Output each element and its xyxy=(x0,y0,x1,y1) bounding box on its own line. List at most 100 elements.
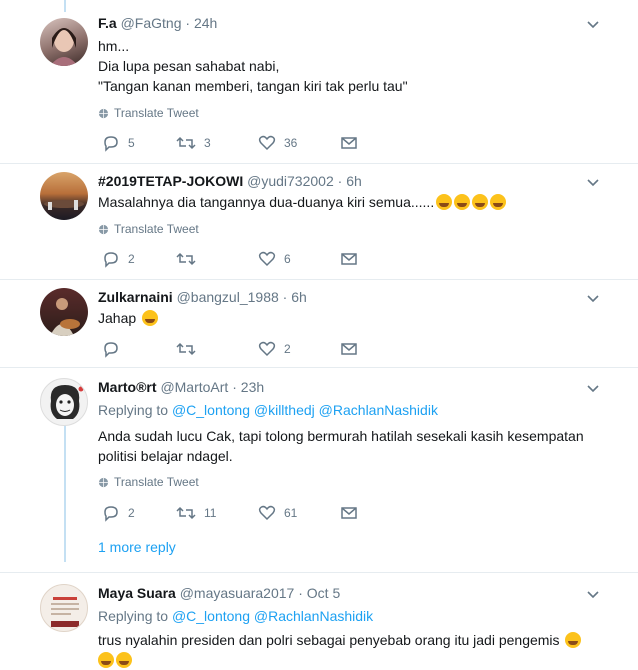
chevron-down-icon[interactable] xyxy=(586,176,600,190)
chevron-down-icon[interactable] xyxy=(586,588,600,602)
more-replies-link[interactable]: 1 more reply xyxy=(98,539,176,555)
retweet-icon xyxy=(176,136,196,150)
tweet-header: Marto®rt @MartoArt · 23h xyxy=(98,379,265,395)
retweet-icon xyxy=(176,342,196,356)
tweet-actions: 2 xyxy=(98,340,398,360)
timestamp[interactable]: 6h xyxy=(346,173,362,189)
like-count: 36 xyxy=(284,136,298,150)
mention-link[interactable]: @RachlanNashidik xyxy=(319,402,438,418)
replying-to: Replying to @C_lontong @RachlanNashidik xyxy=(98,608,374,624)
tweet-text: Jahap xyxy=(98,308,159,328)
timestamp[interactable]: 6h xyxy=(291,289,307,305)
globe-icon xyxy=(98,108,109,118)
timestamp[interactable]: Oct 5 xyxy=(307,585,340,601)
timestamp[interactable]: 23h xyxy=(241,379,264,395)
display-name[interactable]: F.a xyxy=(98,15,117,31)
like-button[interactable]: 36 xyxy=(258,134,297,152)
tweet[interactable]: #2019TETAP-JOKOWI @yudi732002 · 6h Masal… xyxy=(0,172,638,282)
tweet[interactable]: Marto®rt @MartoArt · 23h Replying to @C_… xyxy=(0,378,638,528)
like-button[interactable]: 2 xyxy=(258,340,291,358)
rofl-emoji-icon xyxy=(98,652,114,668)
display-name[interactable]: Zulkarnaini xyxy=(98,289,173,305)
retweet-button[interactable]: 3 xyxy=(176,134,211,152)
heart-icon xyxy=(258,135,276,151)
laughing-emoji-icon xyxy=(436,194,453,210)
heart-icon xyxy=(258,251,276,267)
retweet-button[interactable] xyxy=(176,250,204,268)
avatar[interactable] xyxy=(40,584,88,632)
envelope-icon xyxy=(341,343,357,355)
message-button[interactable] xyxy=(340,340,358,358)
avatar[interactable] xyxy=(40,378,88,426)
retweet-count: 11 xyxy=(204,506,217,520)
laughing-emoji-icon xyxy=(472,194,489,210)
user-handle[interactable]: @mayasuara2017 xyxy=(180,585,295,601)
retweet-button[interactable]: 11 xyxy=(176,504,216,522)
divider xyxy=(0,572,638,573)
like-button[interactable]: 6 xyxy=(258,250,291,268)
tweet-actions: 2 6 xyxy=(98,250,398,270)
globe-icon xyxy=(98,477,109,487)
tweet-text: hm... Dia lupa pesan sahabat nabi, "Tang… xyxy=(98,38,408,94)
avatar[interactable] xyxy=(40,18,88,66)
translate-tweet-link[interactable]: Translate Tweet xyxy=(98,106,199,120)
tweet-header: F.a @FaGtng · 24h xyxy=(98,15,218,31)
user-handle[interactable]: @FaGtng xyxy=(121,15,182,31)
reply-button[interactable] xyxy=(102,340,128,358)
tweet-header: #2019TETAP-JOKOWI @yudi732002 · 6h xyxy=(98,173,362,189)
replying-to: Replying to @C_lontong @killthedj @Rachl… xyxy=(98,402,438,418)
display-name[interactable]: Maya Suara xyxy=(98,585,176,601)
like-count: 2 xyxy=(284,342,291,356)
display-name[interactable]: #2019TETAP-JOKOWI xyxy=(98,173,243,189)
reply-button[interactable]: 2 xyxy=(102,504,135,522)
reply-button[interactable]: 2 xyxy=(102,250,135,268)
tweet-text: Masalahnya dia tangannya dua-duanya kiri… xyxy=(98,192,507,212)
thread-line xyxy=(64,0,66,12)
message-button[interactable] xyxy=(340,134,358,152)
globe-icon xyxy=(98,224,109,234)
divider xyxy=(0,279,638,280)
tweet-text: Anda sudah lucu Cak, tapi tolong bermura… xyxy=(98,428,584,464)
reply-icon xyxy=(104,252,118,268)
timestamp[interactable]: 24h xyxy=(194,15,217,31)
retweet-count: 3 xyxy=(204,136,211,150)
heart-icon xyxy=(258,341,276,357)
tweet-actions: 5 3 36 xyxy=(98,134,398,154)
mention-link[interactable]: @C_lontong xyxy=(172,402,250,418)
retweet-button[interactable] xyxy=(176,340,204,358)
display-name[interactable]: Marto®rt xyxy=(98,379,157,395)
rofl-emoji-icon xyxy=(565,632,582,648)
user-handle[interactable]: @bangzul_1988 xyxy=(177,289,279,305)
tweet-header: Maya Suara @mayasuara2017 · Oct 5 xyxy=(98,585,341,601)
tweet-header: Zulkarnaini @bangzul_1988 · 6h xyxy=(98,289,307,305)
chevron-down-icon[interactable] xyxy=(586,382,600,396)
avatar[interactable] xyxy=(40,172,88,220)
translate-tweet-link[interactable]: Translate Tweet xyxy=(98,222,199,236)
mention-link[interactable]: @RachlanNashidik xyxy=(254,608,373,624)
reply-count: 5 xyxy=(128,136,135,150)
chevron-down-icon[interactable] xyxy=(586,18,600,32)
mention-link[interactable]: @killthedj xyxy=(254,402,315,418)
message-button[interactable] xyxy=(340,250,358,268)
like-button[interactable]: 61 xyxy=(258,504,297,522)
tweet-text: trus nyalahin presiden dan polri sebagai… xyxy=(98,630,582,670)
reply-button[interactable]: 5 xyxy=(102,134,135,152)
translate-tweet-link[interactable]: Translate Tweet xyxy=(98,475,199,489)
laughing-emoji-icon xyxy=(142,310,159,326)
retweet-icon xyxy=(176,506,196,520)
reply-icon xyxy=(104,506,118,522)
tweet[interactable]: Zulkarnaini @bangzul_1988 · 6h Jahap 2 xyxy=(0,288,638,368)
user-handle[interactable]: @yudi732002 xyxy=(247,173,334,189)
chevron-down-icon[interactable] xyxy=(586,292,600,306)
laughing-emoji-icon xyxy=(454,194,471,210)
mention-link[interactable]: @C_lontong xyxy=(172,608,250,624)
message-button[interactable] xyxy=(340,504,358,522)
reply-icon xyxy=(104,136,118,152)
divider xyxy=(0,163,638,164)
avatar[interactable] xyxy=(40,288,88,336)
like-count: 6 xyxy=(284,252,291,266)
divider xyxy=(0,367,638,368)
tweet[interactable]: F.a @FaGtng · 24h hm... Dia lupa pesan s… xyxy=(0,14,638,164)
tweet[interactable]: Maya Suara @mayasuara2017 · Oct 5 Replyi… xyxy=(0,584,638,669)
user-handle[interactable]: @MartoArt xyxy=(160,379,228,395)
